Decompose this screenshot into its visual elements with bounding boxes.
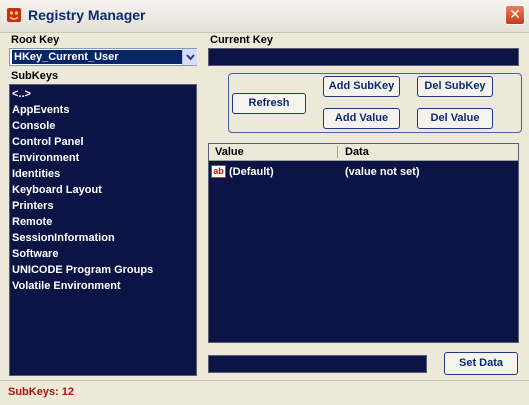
add-subkey-button[interactable]: Add SubKey [323, 76, 400, 97]
subkey-item[interactable]: AppEvents [12, 102, 69, 118]
string-value-icon: ab [211, 165, 226, 178]
values-list[interactable]: Value Data ab (Default) (value not set) [208, 143, 519, 343]
values-header: Value Data [209, 144, 518, 161]
status-bar: SubKeys: 12 [0, 380, 529, 405]
close-button[interactable]: ✕ [505, 5, 525, 25]
column-header-data[interactable]: Data [345, 144, 369, 160]
root-key-selected-value: HKey_Current_User [12, 50, 182, 64]
subkey-item[interactable]: Keyboard Layout [12, 182, 102, 198]
subkey-item[interactable]: <..> [12, 86, 31, 102]
value-name: (Default) [229, 166, 274, 178]
subkey-item[interactable]: UNICODE Program Groups [12, 262, 153, 278]
chevron-down-icon [186, 54, 195, 61]
column-divider[interactable] [337, 146, 338, 158]
subkey-item[interactable]: Printers [12, 198, 54, 214]
del-value-button[interactable]: Del Value [417, 108, 493, 129]
subkey-item[interactable]: Volatile Environment [12, 278, 121, 294]
data-input[interactable] [208, 355, 427, 373]
registry-manager-window: Registry Manager ✕ Root Key Current Key … [0, 0, 529, 405]
refresh-button[interactable]: Refresh [232, 93, 306, 114]
root-key-label: Root Key [11, 34, 60, 46]
value-data: (value not set) [345, 166, 420, 178]
subkeys-count: SubKeys: 12 [8, 386, 75, 398]
subkey-item[interactable]: Console [12, 118, 55, 134]
subkeys-label: SubKeys [11, 70, 59, 82]
close-icon: ✕ [509, 7, 521, 23]
value-row[interactable]: ab (Default) (value not set) [209, 164, 518, 180]
current-key-label: Current Key [210, 34, 273, 46]
window-title: Registry Manager [28, 7, 146, 23]
subkey-item[interactable]: Environment [12, 150, 79, 166]
del-subkey-button[interactable]: Del SubKey [417, 76, 493, 97]
subkey-item[interactable]: Identities [12, 166, 60, 182]
current-key-field[interactable] [208, 48, 519, 66]
add-value-button[interactable]: Add Value [323, 108, 400, 129]
subkey-item[interactable]: Control Panel [12, 134, 84, 150]
set-data-button[interactable]: Set Data [444, 352, 518, 375]
root-key-select[interactable]: HKey_Current_User [9, 48, 197, 66]
subkey-item[interactable]: Remote [12, 214, 52, 230]
app-icon [7, 8, 21, 22]
root-key-dropdown-button[interactable] [182, 49, 197, 65]
subkey-item[interactable]: Software [12, 246, 58, 262]
subkey-item[interactable]: SessionInformation [12, 230, 115, 246]
column-header-value[interactable]: Value [215, 144, 244, 160]
subkeys-list[interactable]: <..> AppEvents Console Control Panel Env… [9, 84, 197, 376]
title-bar[interactable]: Registry Manager ✕ [0, 0, 529, 33]
